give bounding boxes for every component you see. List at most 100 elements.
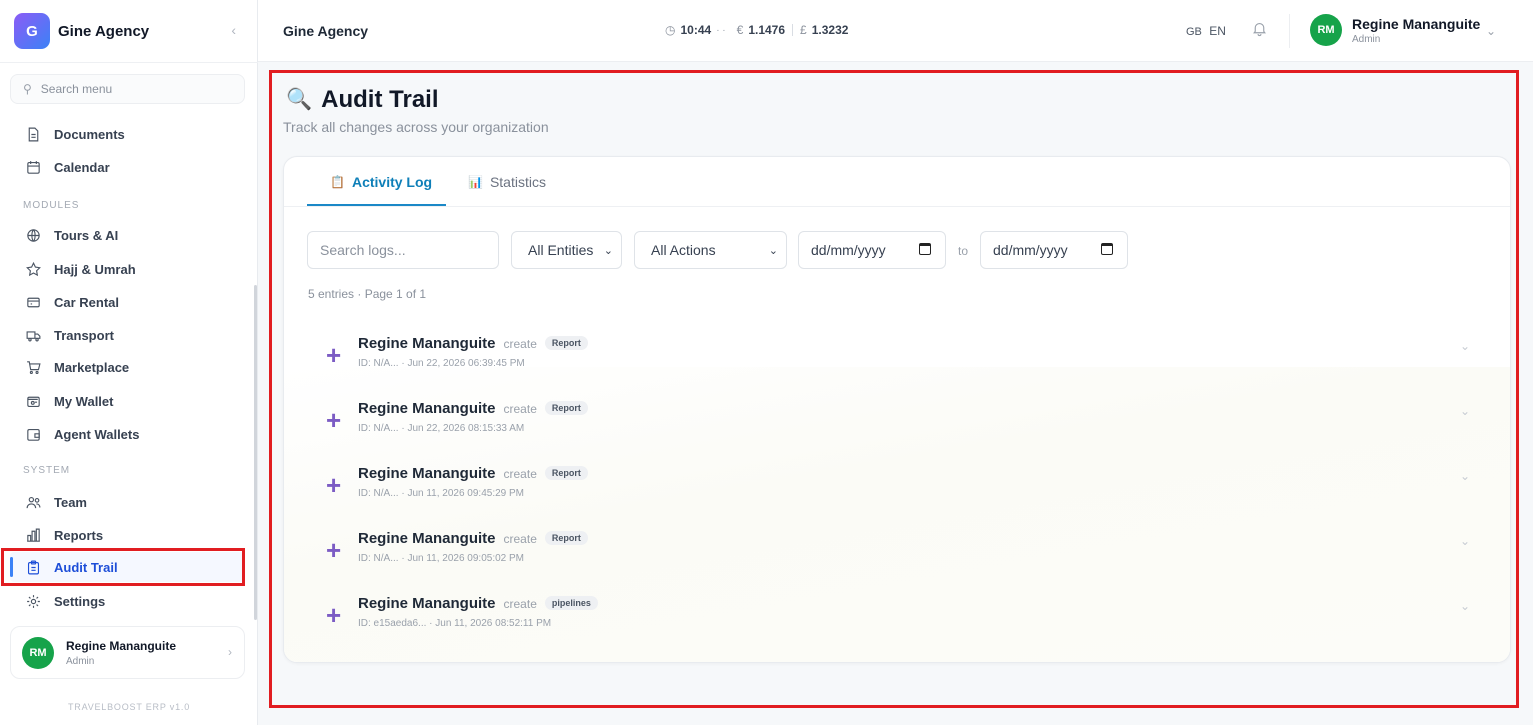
entity-badge: Report — [544, 531, 588, 545]
topbar: Gine Agency ◷ 10:44 · · € 1.1476 £ 1.323… — [258, 0, 1533, 62]
wallet-icon — [24, 392, 42, 410]
sidebar-item-marketplace[interactable]: Marketplace — [10, 352, 245, 382]
entity-badge: Report — [544, 466, 588, 480]
calendar-icon[interactable] — [919, 243, 931, 255]
search-logs-placeholder: Search logs... — [320, 242, 406, 258]
date-to-input[interactable]: dd/mm/yyyy — [980, 231, 1128, 269]
date-from-input[interactable]: dd/mm/yyyy — [798, 231, 946, 269]
sidebar-item-reports[interactable]: Reports — [10, 520, 245, 550]
log-row[interactable]: + Regine Mananguite create Report ID: N/A.… — [284, 317, 1510, 381]
log-row[interactable]: + Regine Mananguite create Report ID: N/A.… — [284, 382, 1510, 446]
sidebar: G Gine Agency ‹ ⚲ Search menu Documents … — [0, 0, 258, 725]
eur-rate: 1.1476 — [748, 23, 786, 37]
chevron-down-icon[interactable]: ⌄ — [1486, 24, 1496, 38]
sidebar-item-transport[interactable]: Transport — [10, 320, 245, 350]
user-role: Admin — [66, 655, 95, 667]
chevron-right-icon: › — [228, 645, 232, 659]
magnifier-icon: 🔍 — [286, 88, 313, 111]
chevron-down-icon: ⌄ — [768, 245, 778, 257]
chevron-down-icon[interactable]: ⌄ — [1460, 404, 1470, 418]
sidebar-scrollbar[interactable] — [254, 285, 257, 620]
avatar: RM — [22, 636, 54, 669]
entity-select[interactable]: All Entities ⌄ — [511, 231, 622, 269]
gbp-rate: 1.3232 — [811, 23, 849, 37]
sidebar-item-label: Agent Wallets — [54, 426, 140, 442]
chevron-down-icon[interactable]: ⌄ — [1460, 534, 1470, 548]
log-meta: ID: N/A... · Jun 11, 2026 09:05:02 PM — [358, 553, 525, 564]
chevron-down-icon[interactable]: ⌄ — [1460, 469, 1470, 483]
calendar-icon — [24, 158, 42, 176]
brand[interactable]: G Gine Agency ‹ — [14, 12, 244, 50]
tab-activity-log[interactable]: 📋 Activity Log — [330, 174, 432, 190]
avatar: RM — [1310, 14, 1342, 46]
chevron-down-icon[interactable]: ⌄ — [1460, 339, 1470, 353]
audit-card: 📋 Activity Log 📊 Statistics Search logs.… — [283, 156, 1511, 663]
user-role: Admin — [1352, 33, 1381, 45]
create-plus-icon: + — [326, 535, 342, 565]
sidebar-item-label: Tours & AI — [54, 227, 119, 243]
log-action: create — [503, 402, 537, 416]
topbar-title: Gine Agency — [283, 23, 369, 39]
car-icon — [24, 293, 42, 311]
divider — [1289, 14, 1290, 48]
sidebar-item-agent-wallets[interactable]: Agent Wallets — [10, 419, 245, 449]
sidebar-item-my-wallet[interactable]: My Wallet — [10, 386, 245, 416]
topbar-user-menu[interactable]: RM Regine Mananguite Admin — [1310, 14, 1480, 46]
search-menu-placeholder: Search menu — [40, 82, 113, 96]
entries-summary: 5 entries · Page 1 of 1 — [308, 287, 427, 301]
log-meta: ID: N/A... · Jun 11, 2026 09:45:29 PM — [358, 488, 525, 499]
sidebar-item-documents[interactable]: Documents — [10, 119, 245, 149]
tab-statistics[interactable]: 📊 Statistics — [468, 174, 546, 190]
gear-icon — [24, 592, 42, 610]
language-switcher[interactable]: GB EN — [1186, 24, 1226, 38]
bar-chart-icon — [24, 526, 42, 544]
log-meta: ID: e15aeda6... · Jun 11, 2026 08:52:11 … — [358, 618, 552, 629]
log-meta: ID: N/A... · Jun 22, 2026 06:39:45 PM — [358, 358, 525, 369]
sidebar-item-calendar[interactable]: Calendar — [10, 152, 245, 182]
search-logs-input[interactable]: Search logs... — [307, 231, 499, 269]
date-range-separator: to — [958, 244, 969, 258]
calendar-icon[interactable] — [1101, 243, 1113, 255]
log-action: create — [503, 532, 537, 546]
entity-badge: Report — [544, 401, 588, 415]
sidebar-item-car-rental[interactable]: Car Rental — [10, 287, 245, 317]
star-icon — [24, 260, 42, 278]
sidebar-item-label: Transport — [54, 327, 114, 343]
log-row[interactable]: + Regine Mananguite create pipelines ID: e… — [284, 577, 1510, 641]
search-menu-input[interactable]: ⚲ Search menu — [10, 74, 245, 104]
log-user: Regine Mananguite — [358, 530, 496, 547]
entity-select-value: All Entities — [528, 242, 594, 258]
search-icon: ⚲ — [23, 82, 32, 96]
chevron-down-icon[interactable]: ⌄ — [1460, 599, 1470, 613]
action-select[interactable]: All Actions ⌄ — [634, 231, 787, 269]
action-select-value: All Actions — [651, 242, 716, 258]
document-icon — [24, 125, 42, 143]
topbar-stats: ◷ 10:44 · · € 1.1476 £ 1.3232 — [665, 23, 848, 37]
log-meta: ID: N/A... · Jun 22, 2026 08:15:33 AM — [358, 423, 525, 434]
log-action: create — [503, 337, 537, 351]
sidebar-item-label: Car Rental — [54, 294, 120, 310]
sidebar-item-team[interactable]: Team — [10, 487, 245, 517]
sidebar-item-tours[interactable]: Tours & AI — [10, 220, 245, 250]
date-to-value: dd/mm/yyyy — [993, 242, 1068, 258]
sidebar-item-label: Calendar — [54, 159, 110, 175]
tab-bar: 📋 Activity Log 📊 Statistics — [284, 157, 1510, 207]
sidebar-item-hajj[interactable]: Hajj & Umrah — [10, 254, 245, 284]
collapse-sidebar-icon[interactable]: ‹ — [231, 22, 236, 38]
flag-icon: GB — [1186, 26, 1202, 38]
sidebar-user-card[interactable]: RM Regine Mananguite Admin › — [10, 626, 245, 679]
log-user: Regine Mananguite — [358, 465, 496, 482]
log-row[interactable]: + Regine Mananguite create Report ID: N/A.… — [284, 447, 1510, 511]
log-row[interactable]: + Regine Mananguite create Report ID: N/A.… — [284, 512, 1510, 576]
language-code: EN — [1209, 24, 1226, 38]
sidebar-item-label: Documents — [54, 126, 125, 142]
sidebar-item-settings[interactable]: Settings — [10, 586, 245, 616]
log-user: Regine Mananguite — [358, 595, 496, 612]
sidebar-item-label: Settings — [54, 593, 106, 609]
notifications-bell-icon[interactable] — [1251, 20, 1268, 42]
page-heading: Audit Trail — [321, 86, 439, 113]
section-label-modules: MODULES — [23, 200, 80, 211]
sidebar-item-label: Team — [54, 494, 87, 510]
sidebar-item-label: Reports — [54, 527, 104, 543]
euro-symbol: € — [736, 23, 744, 37]
